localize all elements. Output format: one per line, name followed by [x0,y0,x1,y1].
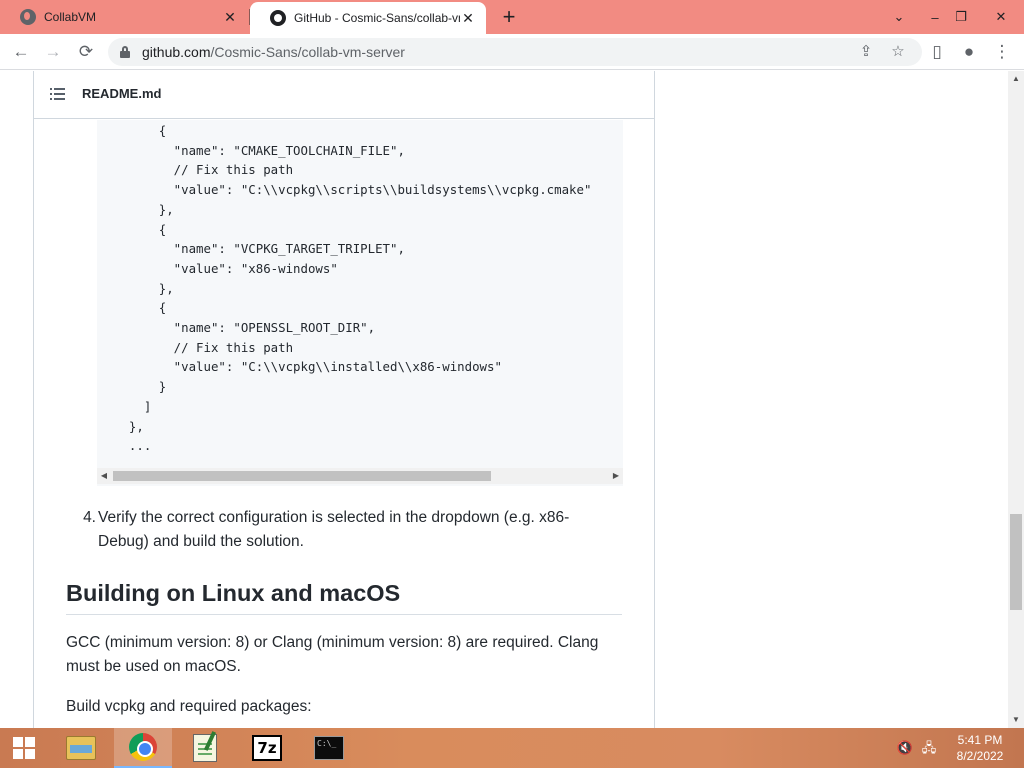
volume-muted-icon[interactable]: 🔇 [896,740,914,756]
restore-button[interactable]: ❐ [944,0,978,34]
close-window-button[interactable]: ✕ [984,0,1018,34]
reload-button[interactable]: ⟳ [73,39,99,65]
page-vertical-scrollbar[interactable]: ▲ ▼ [1008,71,1024,728]
clock-date: 8/2/2022 [956,749,1004,763]
section-heading: Building on Linux and macOS [66,577,622,615]
lock-icon[interactable] [120,46,130,58]
chrome-icon [129,733,157,761]
share-icon[interactable]: ⇪ [856,42,876,62]
scroll-left-icon[interactable]: ◀ [97,468,111,484]
globe-icon [20,9,36,25]
file-explorer-icon [66,736,96,760]
browser-toolbar: ← → ⟳ github.com/Cosmic-Sans/collab-vm-s… [0,34,1024,70]
taskbar-command-prompt[interactable]: C:\_ [300,728,358,768]
taskbar-chrome[interactable] [114,728,172,768]
table-of-contents-icon[interactable] [50,87,66,100]
taskbar-file-explorer[interactable] [52,728,110,768]
address-bar[interactable]: github.com/Cosmic-Sans/collab-vm-server … [108,38,922,66]
scrollbar-thumb[interactable] [1010,514,1022,610]
scroll-right-icon[interactable]: ▶ [609,468,623,484]
tab-search-button[interactable]: ⌄ [882,0,916,34]
side-panel-icon[interactable]: ▯ [924,39,950,65]
windows-logo-icon [13,737,35,759]
paragraph: GCC (minimum version: 8) or Clang (minim… [66,634,599,675]
taskbar-notepad-plus-plus[interactable] [176,728,234,768]
readme-title: README.md [82,86,162,101]
paragraph: Build vcpkg and required packages: [66,698,312,715]
close-tab-icon[interactable]: ✕ [460,10,476,26]
url-host: github.com [142,44,211,60]
code-horizontal-scrollbar[interactable]: ◀ ▶ [97,468,623,484]
tab-title: GitHub - Cosmic-Sans/collab-vm [294,11,460,25]
tab-collabvm[interactable]: CollabVM ✕ [0,0,248,34]
list-number: 4. [83,509,96,526]
profile-icon[interactable]: ● [956,39,982,65]
network-icon[interactable]: 🖧 [920,740,938,756]
tab-github[interactable]: GitHub - Cosmic-Sans/collab-vm ✕ [250,2,486,34]
scroll-up-icon[interactable]: ▲ [1008,71,1024,87]
code-block: { "name": "CMAKE_TOOLCHAIN_FILE", // Fix… [97,120,623,486]
new-tab-button[interactable]: + [498,6,520,29]
url-text[interactable]: github.com/Cosmic-Sans/collab-vm-server [142,44,405,60]
url-path: /Cosmic-Sans/collab-vm-server [210,44,405,60]
list-item-text: Verify the correct configuration is sele… [98,509,570,550]
tab-title: CollabVM [44,10,97,24]
system-clock[interactable]: 5:41 PM 8/2/2022 [942,732,1018,764]
browser-tab-strip: CollabVM ✕ GitHub - Cosmic-Sans/collab-v… [0,0,1024,34]
github-icon [270,10,286,26]
forward-button[interactable]: → [40,39,66,65]
readme-container: README.md { "name": "CMAKE_TOOLCHAIN_FIL… [33,71,655,728]
start-button[interactable] [0,728,48,768]
page-content: README.md { "name": "CMAKE_TOOLCHAIN_FIL… [0,71,1008,728]
clock-time: 5:41 PM [957,733,1003,747]
close-tab-icon[interactable]: ✕ [222,9,238,25]
taskbar-7zip[interactable]: 7z [238,728,296,768]
readme-header: README.md [34,71,654,119]
scrollbar-thumb[interactable] [113,471,491,481]
menu-icon[interactable]: ⋮ [989,39,1015,65]
code-text: { "name": "CMAKE_TOOLCHAIN_FILE", // Fix… [128,123,592,454]
back-button[interactable]: ← [8,39,34,65]
command-prompt-icon: C:\_ [314,736,344,760]
notepad-plus-plus-icon [193,734,217,762]
windows-taskbar: 7z C:\_ 🔇 🖧 5:41 PM 8/2/2022 [0,728,1024,768]
scroll-down-icon[interactable]: ▼ [1008,712,1024,728]
bookmark-star-icon[interactable]: ☆ [888,42,908,62]
7zip-icon: 7z [252,735,282,761]
